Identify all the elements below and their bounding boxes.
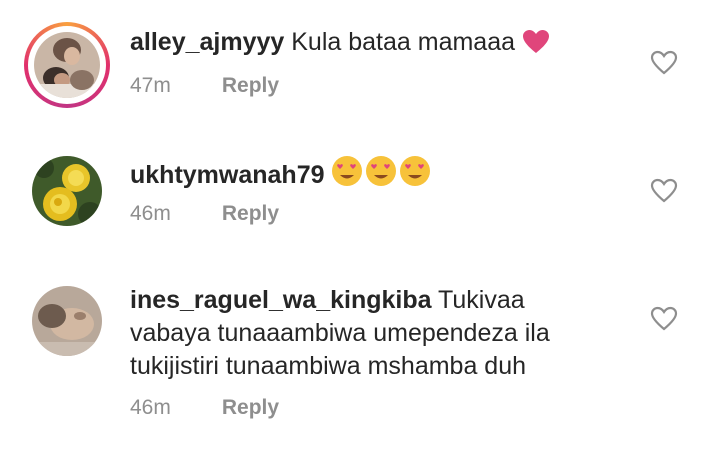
- comment-username[interactable]: ines_raguel_wa_kingkiba: [130, 286, 432, 314]
- reply-button[interactable]: Reply: [222, 202, 279, 225]
- comment-item: alley_ajmyyy Kula bataa mamaaa 47m Reply: [0, 0, 720, 130]
- avatar: [34, 32, 100, 98]
- comment-body-line: Tukivaa: [438, 286, 525, 314]
- comment-text: ines_raguel_wa_kingkiba Tukivaa vabaya t…: [130, 284, 630, 383]
- comment-body-line: vabaya tunaaambiwa umependeza ila: [130, 319, 550, 347]
- like-heart-icon[interactable]: [650, 178, 678, 204]
- red-heart-emoji-icon: [522, 29, 550, 64]
- avatar[interactable]: [32, 156, 102, 226]
- comment-meta: 47m Reply: [130, 74, 279, 98]
- comment-text: ukhtymwanah79: [130, 154, 630, 197]
- comment-meta: 46m Reply: [130, 396, 279, 420]
- comment-item: ukhtymwanah79 46m Reply: [0, 130, 720, 260]
- reply-button[interactable]: Reply: [222, 74, 279, 97]
- comment-body-line: tukijistiri tunaambiwa mshamba duh: [130, 352, 527, 380]
- comment-item: ines_raguel_wa_kingkiba Tukivaa vabaya t…: [0, 260, 720, 464]
- comment-meta: 46m Reply: [130, 202, 279, 226]
- avatar[interactable]: [32, 286, 102, 356]
- like-heart-icon[interactable]: [650, 50, 678, 76]
- comment-timestamp: 46m: [130, 202, 171, 225]
- comment-username[interactable]: ukhtymwanah79: [130, 161, 325, 189]
- heart-eyes-emoji-icon: [331, 154, 431, 197]
- avatar-story-ring[interactable]: [24, 22, 110, 108]
- comment-body: Kula bataa mamaaa: [291, 28, 516, 56]
- like-heart-icon[interactable]: [650, 306, 678, 332]
- comment-text: alley_ajmyyy Kula bataa mamaaa: [130, 26, 630, 64]
- comment-timestamp: 46m: [130, 396, 171, 419]
- comment-username[interactable]: alley_ajmyyy: [130, 28, 284, 56]
- comment-timestamp: 47m: [130, 74, 171, 97]
- reply-button[interactable]: Reply: [222, 396, 279, 419]
